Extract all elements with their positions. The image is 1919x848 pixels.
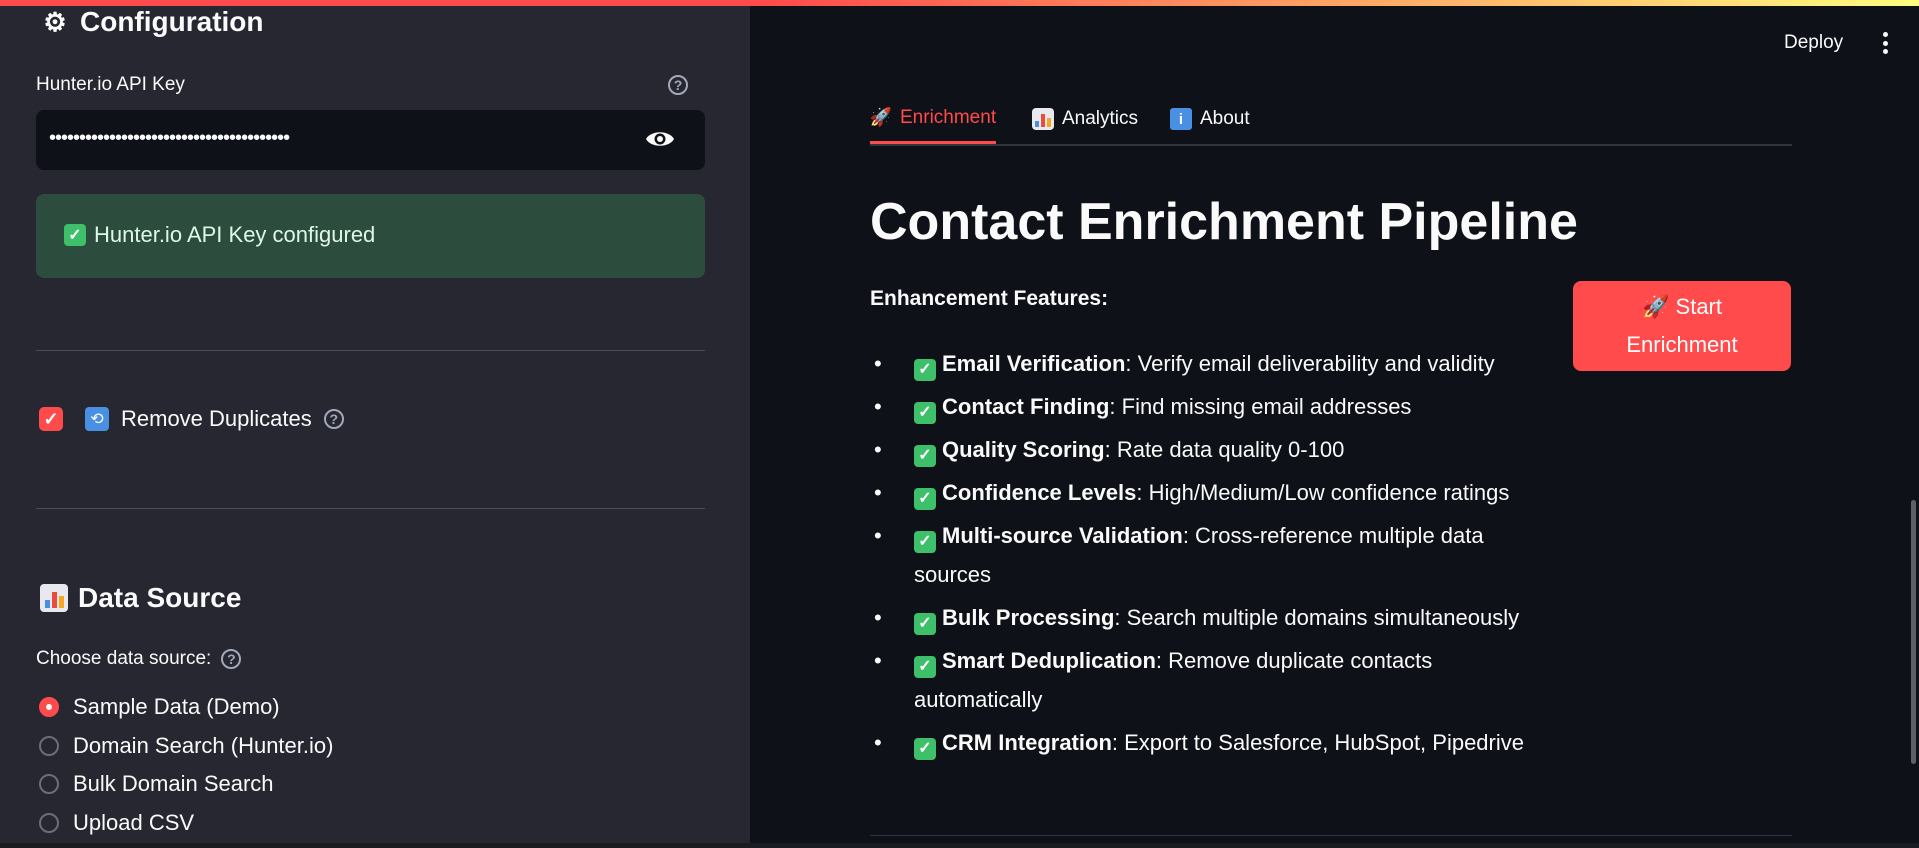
radio-option-sample-data[interactable]: Sample Data (Demo) xyxy=(39,688,333,727)
features-list: ✓Email Verification: Verify email delive… xyxy=(870,344,1550,766)
vertical-dots-icon[interactable] xyxy=(1882,32,1888,54)
api-key-input[interactable]: •••••••••••••••••••••••••••••••••••••••• xyxy=(36,110,705,170)
api-key-status-alert: ✓ Hunter.io API Key configured xyxy=(36,194,705,278)
window-bottom-edge xyxy=(0,843,1919,848)
start-button-line1: 🚀 Start xyxy=(1642,294,1722,319)
radio-button[interactable] xyxy=(39,774,59,795)
page-title: Contact Enrichment Pipeline xyxy=(870,193,1578,251)
list-item: ✓Email Verification: Verify email delive… xyxy=(870,344,1550,383)
top-decoration-bar xyxy=(0,0,1919,6)
help-icon[interactable]: ? xyxy=(323,409,344,429)
radio-option-domain-search[interactable]: Domain Search (Hunter.io) xyxy=(39,727,333,766)
divider xyxy=(870,835,1792,836)
list-item: ✓Contact Finding: Find missing email add… xyxy=(870,387,1550,426)
tab-analytics[interactable]: Analytics xyxy=(1032,98,1138,144)
list-item: ✓Multi-source Validation: Cross-referenc… xyxy=(870,516,1550,594)
start-enrichment-button[interactable]: 🚀 Start Enrichment xyxy=(1573,281,1791,371)
checkmark-icon: ✓ xyxy=(64,224,86,246)
tab-enrichment[interactable]: 🚀 Enrichment xyxy=(869,98,997,144)
choose-data-source-label: Choose data source: ? xyxy=(36,648,242,670)
deploy-button[interactable]: Deploy xyxy=(1784,32,1843,54)
checkmark-icon: ✓ xyxy=(914,358,936,381)
radio-option-upload-csv[interactable]: Upload CSV xyxy=(39,804,333,843)
api-status-text: Hunter.io API Key configured xyxy=(94,222,376,247)
help-icon[interactable]: ? xyxy=(668,75,688,95)
list-item: ✓Quality Scoring: Rate data quality 0-10… xyxy=(870,430,1550,469)
radio-button[interactable] xyxy=(39,735,59,756)
divider xyxy=(36,350,705,351)
data-source-heading: Data Source xyxy=(40,582,241,614)
features-heading: Enhancement Features: xyxy=(870,287,1109,310)
checkmark-icon: ✓ xyxy=(914,487,936,510)
api-key-value: •••••••••••••••••••••••••••••••••••••••• xyxy=(49,127,290,149)
checkmark-icon: ✓ xyxy=(914,737,936,760)
refresh-icon: ⟲ xyxy=(85,407,109,431)
list-item: ✓Smart Deduplication: Remove duplicate c… xyxy=(870,641,1550,719)
scrollbar[interactable] xyxy=(1911,500,1916,764)
checkmark-icon: ✓ xyxy=(914,530,936,553)
divider xyxy=(36,508,705,509)
eye-icon[interactable] xyxy=(645,127,675,151)
api-key-label: Hunter.io API Key xyxy=(36,74,185,95)
radio-option-bulk-domain-search[interactable]: Bulk Domain Search xyxy=(39,765,333,804)
info-icon: i xyxy=(1170,108,1192,130)
bar-chart-icon xyxy=(1032,108,1054,130)
remove-duplicates-label: Remove Duplicates xyxy=(121,406,312,431)
tab-bar: 🚀 Enrichment Analytics i About xyxy=(870,98,1792,146)
start-button-line2: Enrichment xyxy=(1626,332,1738,357)
list-item: ✓Bulk Processing: Search multiple domain… xyxy=(870,598,1550,637)
rocket-icon: 🚀 xyxy=(869,107,893,127)
list-item: ✓Confidence Levels: High/Medium/Low conf… xyxy=(870,473,1550,512)
list-item: ✓CRM Integration: Export to Salesforce, … xyxy=(870,723,1550,762)
remove-duplicates-checkbox-row[interactable]: ✓ ⟲ Remove Duplicates ? xyxy=(39,406,344,432)
tab-about[interactable]: i About xyxy=(1170,98,1250,144)
checkmark-icon: ✓ xyxy=(914,444,936,467)
remove-duplicates-checkbox[interactable]: ✓ xyxy=(39,407,63,431)
checkmark-icon: ✓ xyxy=(914,612,936,635)
rocket-icon: 🚀 xyxy=(1642,294,1670,319)
gear-icon: ⚙ xyxy=(43,6,67,37)
radio-button[interactable] xyxy=(39,697,59,718)
data-source-radio-group: Sample Data (Demo) Domain Search (Hunter… xyxy=(39,688,333,842)
sidebar: ⚙ Configuration Hunter.io API Key ? ••••… xyxy=(0,0,750,848)
radio-button[interactable] xyxy=(39,812,59,833)
configuration-heading: ⚙ Configuration xyxy=(40,6,263,38)
checkmark-icon: ✓ xyxy=(914,655,936,678)
bar-chart-icon xyxy=(40,584,68,612)
help-icon[interactable]: ? xyxy=(221,649,242,669)
checkmark-icon: ✓ xyxy=(914,401,936,424)
